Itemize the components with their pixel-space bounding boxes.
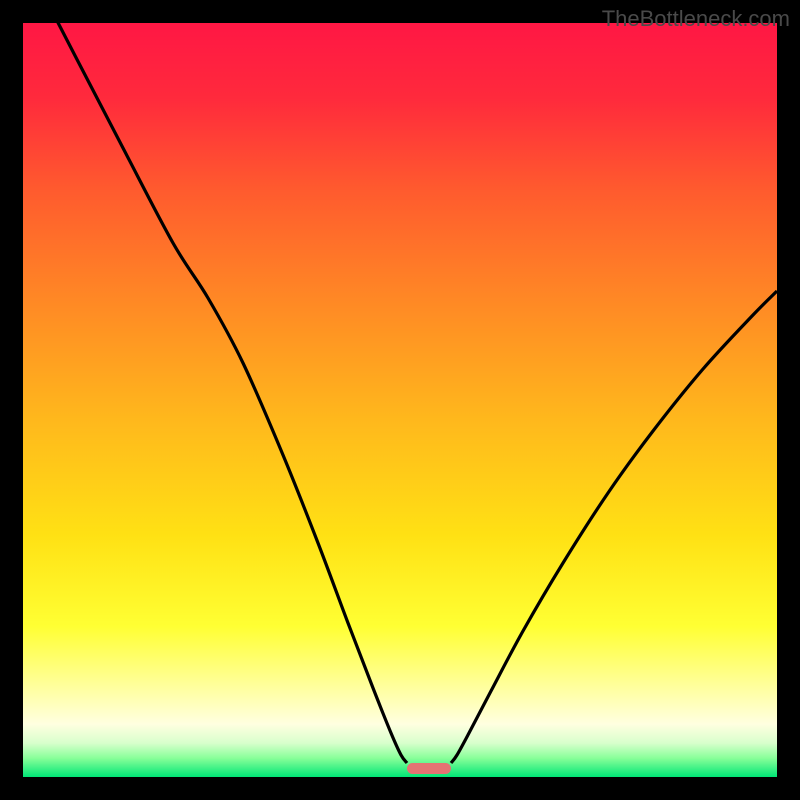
chart-frame — [23, 23, 777, 777]
bottleneck-chart — [23, 23, 777, 777]
optimal-marker — [407, 763, 451, 774]
gradient-background — [23, 23, 777, 777]
watermark-text: TheBottleneck.com — [602, 6, 790, 32]
